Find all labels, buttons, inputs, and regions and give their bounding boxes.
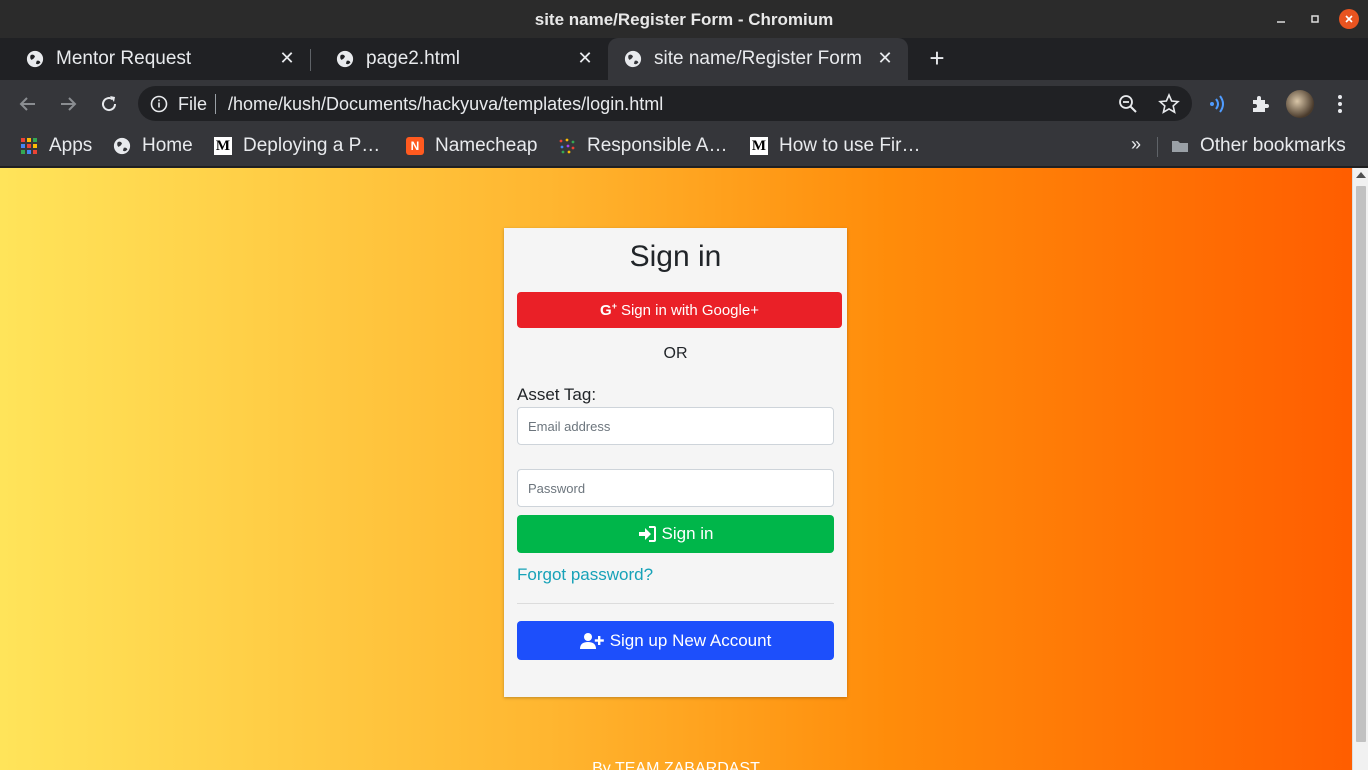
page-scrollbar[interactable] [1352,168,1368,770]
tab-label: page2.html [366,48,461,69]
google-signin-label: Sign in with Google+ [620,301,759,319]
bookmark-namecheap[interactable]: N Namecheap [406,135,537,157]
bookmarks-overflow-chevron[interactable]: » [1131,134,1141,155]
puzzle-icon [1253,96,1269,112]
extensions-button[interactable] [1248,92,1272,116]
sign-in-icon [638,526,656,542]
user-plus-icon [579,632,604,649]
page-title: Sign in [629,240,722,273]
tab-mentor-request[interactable]: Mentor Request ✕ [0,38,310,80]
forgot-password-link[interactable]: Forgot password? [517,565,653,585]
medium-logo-icon: M [750,137,768,155]
globe-icon [624,50,642,68]
globe-icon [113,137,131,155]
zoom-out-icon[interactable] [1118,94,1138,114]
reload-button[interactable] [97,92,121,116]
globe-icon [336,50,354,68]
bookmark-label: Apps [49,135,93,156]
bookmark-deploying[interactable]: M Deploying a P… [214,135,380,157]
bookmark-responsible[interactable]: Responsible A… [558,135,727,157]
bookmark-label: Home [142,135,193,156]
url-text: /home/kush/Documents/hackyuva/templates/… [228,94,664,114]
apps-grid-icon [21,138,37,154]
colorful-dots-icon [559,138,575,154]
minimize-icon [1277,21,1285,23]
info-icon [150,95,168,113]
extension-reader-button[interactable] [1206,92,1230,116]
bookmark-home[interactable]: Home [113,135,193,157]
close-tab-icon[interactable]: ✕ [278,48,296,68]
tab-page2[interactable]: page2.html ✕ [310,38,608,80]
signup-button[interactable]: Sign up New Account [517,621,834,660]
close-tab-icon[interactable]: ✕ [876,48,894,68]
google-plus-icon: G+ [600,301,617,319]
divider [517,603,834,604]
scrollbar-thumb[interactable] [1356,186,1366,742]
email-input[interactable] [517,407,834,445]
namecheap-logo-icon: N [406,137,424,155]
forward-arrow-icon [61,97,77,111]
minimize-button[interactable] [1271,9,1291,29]
page-viewport: Sign in G+ Sign in with Google+ OR Asset… [0,168,1368,770]
signin-card: Sign in G+ Sign in with Google+ OR Asset… [504,228,847,697]
tab-strip: Mentor Request ✕ page2.html ✕ site name/… [0,38,1368,80]
forward-button[interactable] [56,92,80,116]
maximize-icon [1311,15,1319,23]
bookmarks-divider [1157,137,1158,157]
menu-button[interactable] [1328,92,1352,116]
close-tab-icon[interactable]: ✕ [576,48,594,68]
or-divider-text: OR [663,345,688,362]
tab-label: Mentor Request [56,48,192,69]
window-titlebar: site name/Register Form - Chromium [0,0,1368,38]
scroll-up-arrow-icon[interactable] [1356,172,1366,178]
bookmark-label: Other bookmarks [1200,135,1346,156]
tab-register-form[interactable]: site name/Register Form ✕ [608,38,908,80]
scheme-divider [215,94,216,114]
bookmark-star-icon[interactable] [1158,93,1180,115]
new-tab-button[interactable]: + [925,43,949,73]
maximize-button[interactable] [1305,9,1325,29]
window-title: site name/Register Form - Chromium [534,10,834,29]
signup-label: Sign up New Account [609,630,772,650]
browser-toolbar: File /home/kush/Documents/hackyuva/templ… [0,80,1368,127]
other-bookmarks-folder[interactable]: Other bookmarks [1171,135,1346,157]
bookmark-firebase[interactable]: M How to use Fir… [750,135,920,157]
close-icon [1345,15,1353,23]
url-scheme: File [178,94,208,114]
globe-icon [26,50,44,68]
bookmark-label: Responsible A… [587,135,728,156]
signin-button[interactable]: Sign in [517,515,834,553]
signin-label: Sign in [661,524,714,543]
bookmark-label: Namecheap [435,135,538,156]
close-window-button[interactable] [1339,9,1359,29]
bookmark-label: How to use Fir… [779,135,921,156]
wave-extension-icon [1210,95,1224,113]
back-arrow-icon [19,97,35,111]
bookmark-label: Deploying a P… [243,135,381,156]
bookmark-apps[interactable]: Apps [20,135,92,157]
medium-logo-icon: M [214,137,232,155]
google-signin-button[interactable]: G+ Sign in with Google+ [517,292,842,328]
profile-avatar[interactable] [1286,90,1314,118]
kebab-menu-icon [1338,95,1342,113]
address-bar[interactable]: File /home/kush/Documents/hackyuva/templ… [138,86,1192,121]
password-input[interactable] [517,469,834,507]
back-button[interactable] [16,92,40,116]
reload-icon [102,96,117,112]
plus-icon: + [929,43,945,73]
tab-label: site name/Register Form [654,48,863,69]
folder-icon [1172,141,1188,152]
bookmarks-bar: Apps Home M Deploying a P… N Namecheap R… [0,127,1368,167]
asset-tag-label: Asset Tag: [517,385,597,404]
footer-credit: By TEAM ZABARDAST [592,760,760,770]
